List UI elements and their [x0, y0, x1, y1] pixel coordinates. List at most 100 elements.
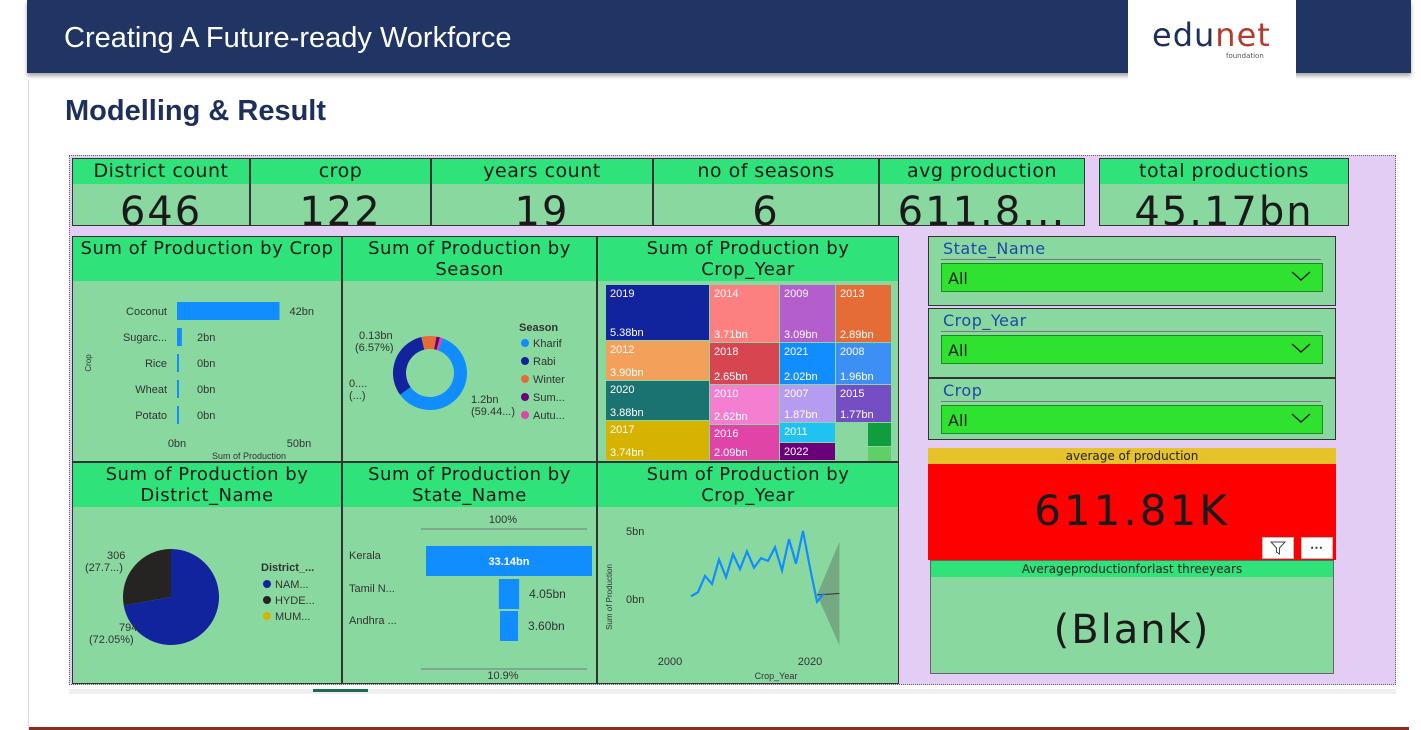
tile-year: 2012 [610, 344, 635, 356]
data-label: 0.13bn [359, 330, 393, 342]
kpi-value: 6 [752, 189, 780, 226]
treemap-tile[interactable]: 2015 1.77bn [836, 385, 891, 422]
logo-sub: foundation [1226, 52, 1264, 60]
treemap-tile[interactable]: 2021 2.02bn [780, 343, 835, 384]
kpi-label: years count [432, 159, 652, 184]
bar [177, 328, 182, 346]
tile-value: 2.65bn [714, 371, 748, 383]
treemap-tile[interactable]: 2012 3.90bn [606, 341, 709, 380]
legend-marker [263, 580, 271, 588]
tile-year: 2014 [714, 288, 739, 300]
pie-slice [123, 549, 171, 606]
kpi-crop[interactable]: crop 122 [250, 158, 431, 226]
treemap-tile[interactable] [868, 447, 891, 461]
crop-bar-chart: Crop Coconut 42bn Sugarc... 2bn Rice 0bn Wheat 0… [84, 302, 314, 461]
state-funnel-panel[interactable]: Sum of Production by State_Name 100% 10.9… [342, 462, 597, 684]
slicer-label: Crop [943, 381, 983, 400]
card-value: (Blank) [1053, 607, 1211, 653]
funnel-top-label: 100% [489, 514, 517, 526]
tile-value: 2.09bn [714, 447, 748, 459]
treemap-tile[interactable]: 2011 [780, 423, 835, 442]
legend-title: District_... [261, 562, 314, 574]
district-pie-panel[interactable]: Sum of Production by District_Name 306 (2… [72, 462, 342, 684]
tile-value: 3.71bn [714, 329, 748, 341]
filter-icon[interactable] [1262, 537, 1294, 559]
slicer-value: All [948, 341, 968, 360]
data-label: 42bn [289, 306, 313, 318]
data-label: (27.7...) [85, 562, 123, 574]
treemap-tile[interactable]: 2016 2.09bn [710, 425, 779, 460]
data-label: 0bn [197, 410, 215, 422]
kpi-value: 611.8... [897, 189, 1067, 226]
tick-label: 50bn [287, 438, 311, 450]
chevron-down-icon [1291, 343, 1311, 354]
treemap-tile[interactable]: 2019 5.38bn [606, 285, 709, 340]
tile-year: 2017 [610, 424, 635, 436]
slicer-crop[interactable]: Crop All [928, 378, 1336, 440]
treemap-tile[interactable]: 2018 2.65bn [710, 343, 779, 384]
tile-value: 1.77bn [840, 409, 874, 421]
data-label: (72.05%) [89, 634, 134, 646]
donut-slice [393, 337, 425, 395]
category-label: Andhra ... [349, 615, 397, 627]
legend-item: Winter [533, 374, 565, 386]
legend-marker [263, 596, 271, 604]
treemap-tile[interactable]: 2009 3.09bn [780, 285, 835, 342]
x-axis-label: Crop_Year [755, 671, 798, 681]
season-donut-panel[interactable]: Sum of Production by Season 0.13bn (6.57%… [342, 236, 597, 462]
data-label: 2bn [197, 332, 215, 344]
category-label: Kerala [349, 550, 382, 562]
treemap-tile[interactable]: 2020 3.88bn [606, 381, 709, 420]
legend-item: Sum... [533, 392, 565, 404]
kpi-no-of-seasons[interactable]: no of seasons 6 [653, 158, 879, 226]
slicer-label: State_Name [943, 239, 1046, 258]
treemap-tile[interactable]: 2013 2.89bn [836, 285, 891, 342]
data-label: 0.... [349, 378, 367, 390]
season-donut-chart: 0.13bn(6.57%) 0....(...) 1.2bn(59.44...) Se… [349, 322, 565, 422]
legend-item: Rabi [533, 356, 556, 368]
treemap-tile[interactable]: 2007 1.87bn [780, 385, 835, 422]
slicer-state-name[interactable]: State_Name All [928, 236, 1336, 306]
active-page-tab[interactable] [313, 689, 368, 692]
year-line-panel[interactable]: Sum of Production by Crop_Year Sum of Pr… [597, 462, 899, 684]
year-treemap-panel[interactable]: Sum of Production by Crop_Year 2019 5.38b… [597, 236, 899, 462]
logo-text: edunet [1152, 16, 1271, 54]
more-options-icon[interactable]: ⋯ [1301, 537, 1333, 559]
kpi-label: District count [73, 159, 249, 184]
kpi-avg-production[interactable]: avg production 611.8... [879, 158, 1085, 226]
slicer-value: All [948, 269, 968, 288]
page-tabs [69, 689, 1396, 694]
slide-border [28, 80, 29, 730]
crop-year-dropdown[interactable]: All [941, 335, 1323, 364]
treemap-tile[interactable] [868, 423, 891, 446]
tile-year: 2015 [840, 388, 865, 400]
slicer-crop-year[interactable]: Crop_Year All [928, 308, 1336, 378]
crop-dropdown[interactable]: All [941, 405, 1323, 434]
tick-label: Sugarc... [123, 332, 167, 344]
kpi-total-productions[interactable]: total productions 45.17bn [1099, 158, 1349, 226]
legend-marker [521, 411, 529, 419]
kpi-years-count[interactable]: years count 19 [431, 158, 653, 226]
bar [177, 302, 280, 320]
treemap-tile[interactable]: 2017 3.74bn [606, 421, 709, 460]
tile-value: 3.90bn [610, 367, 644, 379]
last-three-years-card[interactable]: Averageproductionforlast threeyears (Bla… [930, 560, 1334, 674]
kpi-label: avg production [880, 159, 1084, 184]
state-name-dropdown[interactable]: All [941, 263, 1323, 292]
data-label: 794 [119, 622, 137, 634]
treemap-tile[interactable]: 2008 1.96bn [836, 343, 891, 384]
crop-bar-panel[interactable]: Sum of Production by Crop Crop Coconut 42b… [72, 236, 342, 462]
kpi-district-count[interactable]: District count 646 [72, 158, 250, 226]
chevron-down-icon [1291, 271, 1311, 282]
legend-item: MUM... [275, 611, 310, 623]
tile-year: 2016 [714, 428, 739, 440]
treemap-tile[interactable]: 2010 2.62bn [710, 385, 779, 424]
treemap-tile[interactable]: 2014 3.71bn [710, 285, 779, 342]
tile-year: 2021 [784, 346, 809, 358]
card-value: 611.81K [1034, 486, 1230, 535]
panel-title: Sum of Production by Crop_Year [598, 463, 898, 507]
data-label: (59.44...) [471, 406, 515, 418]
legend-marker [521, 339, 529, 347]
tick-label: 2020 [798, 656, 822, 668]
treemap-tile[interactable]: 2022 [780, 443, 835, 460]
